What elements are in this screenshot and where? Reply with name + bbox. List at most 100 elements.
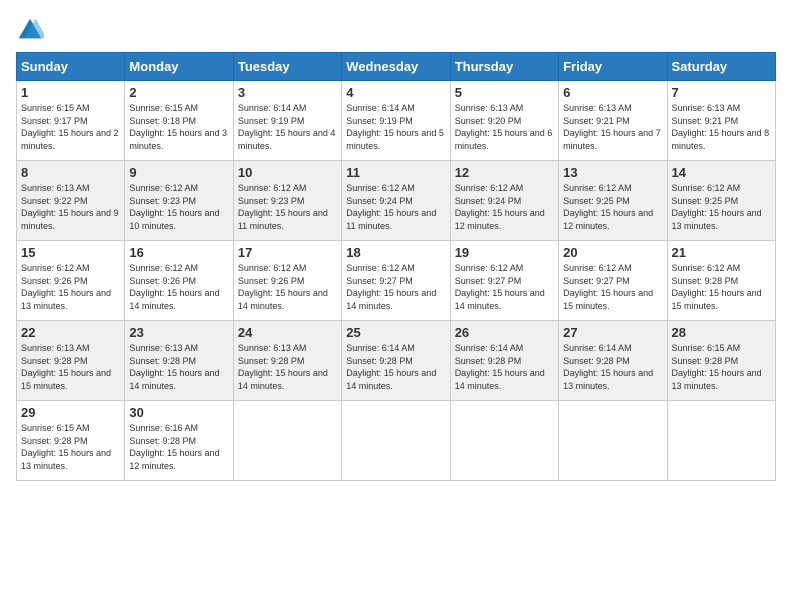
day-number: 15 [21, 245, 120, 260]
cell-details: Sunrise: 6:12 AMSunset: 9:23 PMDaylight:… [129, 182, 228, 232]
cell-details: Sunrise: 6:13 AMSunset: 9:28 PMDaylight:… [238, 342, 337, 392]
day-number: 17 [238, 245, 337, 260]
calendar-cell: 25 Sunrise: 6:14 AMSunset: 9:28 PMDayligh… [342, 321, 450, 401]
day-number: 22 [21, 325, 120, 340]
day-header-monday: Monday [125, 53, 233, 81]
calendar-cell: 8 Sunrise: 6:13 AMSunset: 9:22 PMDaylight… [17, 161, 125, 241]
calendar-cell: 27 Sunrise: 6:14 AMSunset: 9:28 PMDayligh… [559, 321, 667, 401]
calendar-cell: 11 Sunrise: 6:12 AMSunset: 9:24 PMDayligh… [342, 161, 450, 241]
calendar-cell: 30 Sunrise: 6:16 AMSunset: 9:28 PMDayligh… [125, 401, 233, 481]
cell-details: Sunrise: 6:12 AMSunset: 9:25 PMDaylight:… [563, 182, 662, 232]
cell-details: Sunrise: 6:15 AMSunset: 9:28 PMDaylight:… [672, 342, 771, 392]
cell-details: Sunrise: 6:13 AMSunset: 9:22 PMDaylight:… [21, 182, 120, 232]
calendar-cell: 9 Sunrise: 6:12 AMSunset: 9:23 PMDaylight… [125, 161, 233, 241]
cell-details: Sunrise: 6:14 AMSunset: 9:19 PMDaylight:… [346, 102, 445, 152]
calendar-cell: 4 Sunrise: 6:14 AMSunset: 9:19 PMDaylight… [342, 81, 450, 161]
day-number: 11 [346, 165, 445, 180]
logo-icon [16, 16, 44, 44]
calendar-cell: 20 Sunrise: 6:12 AMSunset: 9:27 PMDayligh… [559, 241, 667, 321]
calendar-cell: 10Sunrise: 6:12 AMSunset: 9:23 PMDayligh… [233, 161, 341, 241]
day-number: 12 [455, 165, 554, 180]
day-number: 23 [129, 325, 228, 340]
day-number: 9 [129, 165, 228, 180]
day-number: 25 [346, 325, 445, 340]
calendar-cell: 3 Sunrise: 6:14 AMSunset: 9:19 PMDaylight… [233, 81, 341, 161]
day-number: 5 [455, 85, 554, 100]
day-number: 27 [563, 325, 662, 340]
calendar-cell [667, 401, 775, 481]
day-header-wednesday: Wednesday [342, 53, 450, 81]
cell-details: Sunrise: 6:12 AMSunset: 9:26 PMDaylight:… [129, 262, 228, 312]
day-number: 14 [672, 165, 771, 180]
calendar-cell: 26 Sunrise: 6:14 AMSunset: 9:28 PMDayligh… [450, 321, 558, 401]
calendar-header-row: SundayMondayTuesdayWednesdayThursdayFrid… [17, 53, 776, 81]
day-number: 30 [129, 405, 228, 420]
cell-details: Sunrise: 6:16 AMSunset: 9:28 PMDaylight:… [129, 422, 228, 472]
cell-details: Sunrise: 6:13 AMSunset: 9:21 PMDaylight:… [672, 102, 771, 152]
day-number: 8 [21, 165, 120, 180]
day-number: 28 [672, 325, 771, 340]
day-header-friday: Friday [559, 53, 667, 81]
cell-details: Sunrise: 6:12 AMSunset: 9:24 PMDaylight:… [346, 182, 445, 232]
cell-details: Sunrise: 6:12 AMSunset: 9:26 PMDaylight:… [21, 262, 120, 312]
calendar-cell: 14 Sunrise: 6:12 AMSunset: 9:25 PMDayligh… [667, 161, 775, 241]
calendar-cell: 16 Sunrise: 6:12 AMSunset: 9:26 PMDayligh… [125, 241, 233, 321]
day-number: 3 [238, 85, 337, 100]
day-number: 24 [238, 325, 337, 340]
cell-details: Sunrise: 6:12 AMSunset: 9:24 PMDaylight:… [455, 182, 554, 232]
calendar-cell: 23 Sunrise: 6:13 AMSunset: 9:28 PMDayligh… [125, 321, 233, 401]
day-header-sunday: Sunday [17, 53, 125, 81]
calendar-cell: 28 Sunrise: 6:15 AMSunset: 9:28 PMDayligh… [667, 321, 775, 401]
cell-details: Sunrise: 6:13 AMSunset: 9:21 PMDaylight:… [563, 102, 662, 152]
calendar-cell: 5 Sunrise: 6:13 AMSunset: 9:20 PMDaylight… [450, 81, 558, 161]
cell-details: Sunrise: 6:12 AMSunset: 9:25 PMDaylight:… [672, 182, 771, 232]
header [16, 16, 776, 44]
day-header-thursday: Thursday [450, 53, 558, 81]
day-number: 20 [563, 245, 662, 260]
calendar-cell: 29Sunrise: 6:15 AMSunset: 9:28 PMDayligh… [17, 401, 125, 481]
cell-details: Sunrise: 6:14 AMSunset: 9:28 PMDaylight:… [563, 342, 662, 392]
calendar-week-row: 8 Sunrise: 6:13 AMSunset: 9:22 PMDaylight… [17, 161, 776, 241]
calendar-week-row: 29Sunrise: 6:15 AMSunset: 9:28 PMDayligh… [17, 401, 776, 481]
calendar-cell: 12 Sunrise: 6:12 AMSunset: 9:24 PMDayligh… [450, 161, 558, 241]
calendar-week-row: 22 Sunrise: 6:13 AMSunset: 9:28 PMDayligh… [17, 321, 776, 401]
day-number: 16 [129, 245, 228, 260]
calendar-cell: 15 Sunrise: 6:12 AMSunset: 9:26 PMDayligh… [17, 241, 125, 321]
day-header-tuesday: Tuesday [233, 53, 341, 81]
day-number: 7 [672, 85, 771, 100]
calendar-cell: 19 Sunrise: 6:12 AMSunset: 9:27 PMDayligh… [450, 241, 558, 321]
cell-details: Sunrise: 6:12 AMSunset: 9:27 PMDaylight:… [455, 262, 554, 312]
calendar-cell [559, 401, 667, 481]
cell-details: Sunrise: 6:14 AMSunset: 9:28 PMDaylight:… [346, 342, 445, 392]
day-number: 2 [129, 85, 228, 100]
day-number: 13 [563, 165, 662, 180]
calendar-cell [450, 401, 558, 481]
calendar-cell: 1 Sunrise: 6:15 AMSunset: 9:17 PMDaylight… [17, 81, 125, 161]
calendar-week-row: 1 Sunrise: 6:15 AMSunset: 9:17 PMDaylight… [17, 81, 776, 161]
day-number: 26 [455, 325, 554, 340]
calendar-cell: 22 Sunrise: 6:13 AMSunset: 9:28 PMDayligh… [17, 321, 125, 401]
cell-details: Sunrise: 6:13 AMSunset: 9:20 PMDaylight:… [455, 102, 554, 152]
cell-details: Sunrise: 6:12 AMSunset: 9:27 PMDaylight:… [563, 262, 662, 312]
day-number: 21 [672, 245, 771, 260]
cell-details: Sunrise: 6:13 AMSunset: 9:28 PMDaylight:… [129, 342, 228, 392]
cell-details: Sunrise: 6:13 AMSunset: 9:28 PMDaylight:… [21, 342, 120, 392]
cell-details: Sunrise: 6:15 AMSunset: 9:17 PMDaylight:… [21, 102, 120, 152]
day-number: 4 [346, 85, 445, 100]
cell-details: Sunrise: 6:15 AMSunset: 9:18 PMDaylight:… [129, 102, 228, 152]
calendar-week-row: 15 Sunrise: 6:12 AMSunset: 9:26 PMDayligh… [17, 241, 776, 321]
cell-details: Sunrise: 6:12 AMSunset: 9:27 PMDaylight:… [346, 262, 445, 312]
calendar-cell [342, 401, 450, 481]
cell-details: Sunrise: 6:14 AMSunset: 9:19 PMDaylight:… [238, 102, 337, 152]
logo [16, 16, 48, 44]
calendar-cell: 6 Sunrise: 6:13 AMSunset: 9:21 PMDaylight… [559, 81, 667, 161]
calendar-cell: 13 Sunrise: 6:12 AMSunset: 9:25 PMDayligh… [559, 161, 667, 241]
day-header-saturday: Saturday [667, 53, 775, 81]
cell-details: Sunrise: 6:15 AMSunset: 9:28 PMDaylight:… [21, 422, 120, 472]
day-number: 1 [21, 85, 120, 100]
day-number: 6 [563, 85, 662, 100]
day-number: 19 [455, 245, 554, 260]
cell-details: Sunrise: 6:12 AMSunset: 9:26 PMDaylight:… [238, 262, 337, 312]
cell-details: Sunrise: 6:14 AMSunset: 9:28 PMDaylight:… [455, 342, 554, 392]
day-number: 10 [238, 165, 337, 180]
